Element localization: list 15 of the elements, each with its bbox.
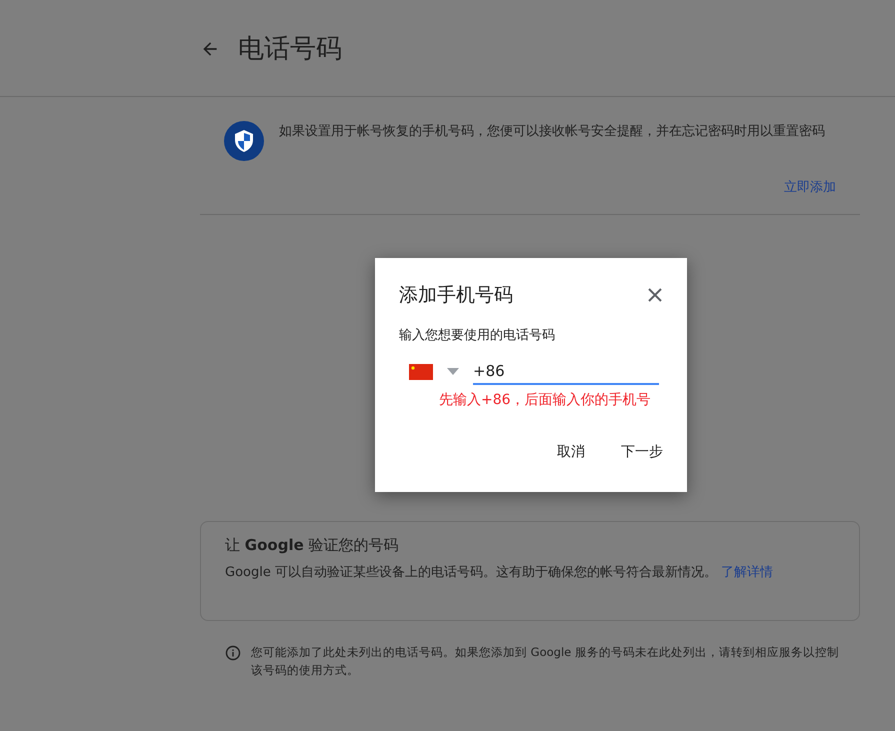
cancel-button[interactable]: 取消 — [543, 435, 599, 469]
caret-icon — [447, 368, 459, 375]
next-button[interactable]: 下一步 — [607, 435, 677, 469]
shield-icon — [224, 121, 264, 161]
card-description: Google 可以自动验证某些设备上的电话号码。这有助于确保您的帐号符合最新情况。 了解详情 — [225, 564, 774, 582]
dialog-title: 添加手机号码 — [399, 283, 513, 308]
card-title: 让 Google 验证您的号码 — [225, 536, 400, 555]
info-icon — [225, 645, 241, 661]
dialog-prompt: 输入您想要使用的电话号码 — [399, 327, 556, 344]
notice-text: 您可能添加了此处未列出的电话号码。如果您添加到 Google 服务的号码未在此处列出，请转到相应服务以控制该号码的使用方式。 — [251, 644, 840, 679]
recovery-description: 如果设置用于帐号恢复的手机号码，您便可以接收帐号安全提醒，并在忘记密码时用以重置密码 — [279, 123, 826, 141]
annotation-text: 先输入+86，后面输入你的手机号 — [438, 391, 652, 409]
flag-icon — [409, 364, 433, 380]
close-icon[interactable] — [647, 287, 663, 303]
page-title: 电话号码 — [238, 33, 342, 66]
